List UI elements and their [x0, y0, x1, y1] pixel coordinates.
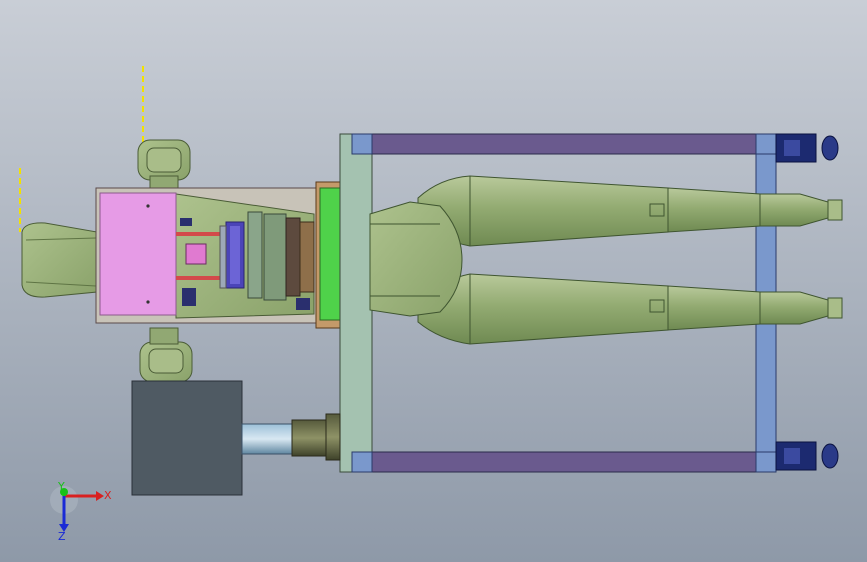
drive-shaft — [241, 423, 295, 455]
green-seal-plate — [319, 187, 341, 321]
pink-panel — [99, 192, 177, 316]
y-axis-label: Y — [57, 482, 65, 493]
coupling-flange — [325, 413, 341, 461]
motor-box — [131, 380, 243, 496]
cyclone-inlet-hub — [369, 201, 463, 317]
x-axis-label: X — [104, 489, 112, 502]
shaft-coupling — [291, 419, 327, 457]
z-axis-label: Z — [58, 530, 66, 543]
inlet-nozzle — [21, 222, 98, 298]
caster-wheel-bottom — [775, 441, 839, 471]
cad-graphics-viewport[interactable]: X Y Z — [0, 0, 867, 562]
model-view[interactable] — [0, 0, 867, 562]
coordinate-triad: X Y Z — [50, 482, 112, 543]
caster-wheel-top — [775, 133, 839, 163]
